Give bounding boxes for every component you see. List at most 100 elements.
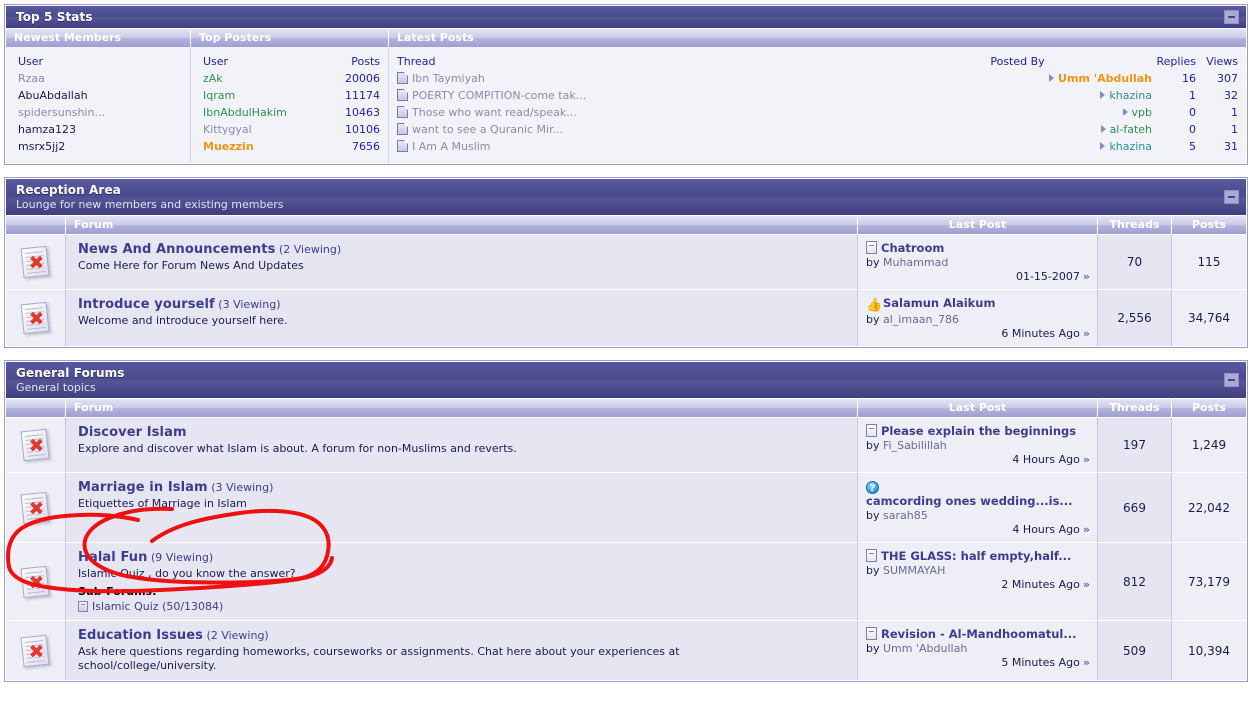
last-post-author[interactable]: Umm 'Abdullah [883,642,967,655]
arrow-right-icon [1122,108,1128,116]
last-post-author[interactable]: sarah85 [883,509,928,522]
replies-count: 5 [1189,140,1196,153]
threads-count: 197 [1098,418,1172,472]
forum-link[interactable]: News And Announcements [78,242,275,257]
by-label: by [866,439,880,452]
last-post-date: 2 Minutes Ago [1001,578,1080,591]
goto-last-post-icon[interactable]: » [1083,453,1090,466]
forum-description: Welcome and introduce yourself here. [78,314,288,327]
posted-by[interactable]: khazina [1109,89,1152,102]
column-header-posts: Posts [1192,401,1226,414]
viewing-count: (3 Viewing) [218,298,281,311]
column-header-top-posters: Top Posters [191,29,389,47]
list-item[interactable]: msrx5jj2 [18,138,182,155]
goto-last-post-icon[interactable]: » [1083,656,1090,669]
list-item[interactable]: Kittygyal [203,121,322,138]
table-row: ✖ Education Issues (2 Viewing) Ask here … [6,620,1246,680]
top-posters-header-posts: Posts [351,55,380,68]
thread-icon [397,140,408,152]
last-post-link[interactable]: Revision - Al-Mandhoomatul... [881,627,1076,641]
list-item[interactable]: zAk [203,70,322,87]
thread-title[interactable]: Ibn Taymiyah [412,72,485,85]
table-row: Ibn Taymiyah Umm 'Abdullah 16 307 [395,70,1240,87]
last-post-link[interactable]: camcording ones wedding...is... [866,494,1073,508]
forum-status-cell: ✖ [6,418,66,472]
last-post-author[interactable]: al_imaan_786 [883,313,959,326]
goto-last-post-icon[interactable]: » [1083,270,1090,283]
post-count: 10463 [345,106,380,119]
last-post-date: 6 Minutes Ago [1001,327,1080,340]
forum-closed-icon: ✖ [19,565,53,599]
viewing-count: (2 Viewing) [206,629,269,642]
last-post-author[interactable]: Muhammad [883,256,948,269]
reception-area-header: Reception Area Lounge for new members an… [6,179,1246,216]
posts-count: 115 [1172,235,1246,289]
subforums-label: Sub-Forums: [78,585,157,598]
posts-count: 22,042 [1172,473,1246,542]
forum-link[interactable]: Halal Fun [78,550,148,565]
subforum-link[interactable]: Islamic Quiz [92,600,159,613]
arrow-right-icon [1100,142,1106,150]
top-posters-column: User Posts zAk 20006 Iqram 11174 IbnAbdulH… [191,47,389,163]
table-row: Those who want read/speak... vpb 0 1 [395,104,1240,121]
threads-count: 669 [1098,473,1172,542]
by-label: by [866,509,880,522]
forum-link[interactable]: Introduce yourself [78,297,215,312]
last-post-link[interactable]: Salamun Alaikum [883,296,995,310]
column-header-posted-by: Posted By [990,55,1045,68]
general-column-headers: Forum Last Post Threads Posts [6,399,1246,417]
last-post-author[interactable]: Fi_Sabilillah [883,439,947,452]
goto-last-post-icon[interactable]: » [1083,578,1090,591]
goto-last-post-icon[interactable]: » [1083,523,1090,536]
forum-status-cell: ✖ [6,235,66,289]
last-post-cell: ?camcording ones wedding...is... by sara… [858,473,1098,542]
list-item[interactable]: hamza123 [18,121,182,138]
column-header-icon [6,399,66,417]
thread-title[interactable]: I Am A Muslim [412,140,491,153]
list-item[interactable]: Rzaa [18,70,182,87]
list-item[interactable]: IbnAbdulHakim [203,104,322,121]
thread-icon [397,72,408,84]
by-label: by [866,256,880,269]
posts-count: 34,764 [1172,290,1246,346]
column-header-newest-members: Newest Members [6,29,191,47]
column-header-latest-posts: Latest Posts [397,31,474,44]
last-post-link[interactable]: Chatroom [881,241,944,255]
posted-by[interactable]: khazina [1109,140,1152,153]
posted-by[interactable]: al-fateh [1110,123,1152,136]
thread-title[interactable]: Those who want read/speak... [412,106,577,119]
last-post-author[interactable]: SUMMAYAH [883,564,945,577]
collapse-button[interactable] [1224,190,1239,204]
forum-description: Come Here for Forum News And Updates [78,259,304,272]
thread-title[interactable]: want to see a Quranic Mir... [412,123,563,136]
posted-by[interactable]: vpb [1132,106,1152,119]
column-header-last-post: Last Post [858,399,1098,417]
column-header-threads: Threads [1098,216,1172,234]
forum-info-cell: Introduce yourself (3 Viewing) Welcome a… [66,290,858,346]
arrow-right-icon [1100,125,1106,133]
list-item[interactable]: spidersunshin... [18,104,182,121]
forum-description: Islamic Quiz , do you know the answer? [78,567,296,580]
column-header-views: Views [1206,55,1238,68]
last-post-date: 4 Hours Ago [1012,453,1080,466]
goto-last-post-icon[interactable]: » [1083,327,1090,340]
viewing-count: (2 Viewing) [278,243,342,256]
collapse-button[interactable] [1224,373,1239,387]
forum-closed-icon: ✖ [19,428,53,462]
list-item[interactable]: Muezzin [203,138,322,155]
posts-count: 73,179 [1172,543,1246,620]
minus-icon [1228,379,1235,381]
latest-posts-table: Thread Posted By Replies Views Ibn Taymi… [395,53,1240,155]
forum-link[interactable]: Discover Islam [78,425,187,440]
list-item[interactable]: Iqram [203,87,322,104]
last-post-link[interactable]: THE GLASS: half empty,half... [881,549,1071,563]
posted-by[interactable]: Umm 'Abdullah [1058,72,1152,85]
last-post-link[interactable]: Please explain the beginnings [881,424,1076,438]
thread-title[interactable]: POERTY COMPITION-come tak... [412,89,586,102]
views-count: 307 [1217,72,1238,85]
list-item[interactable]: AbuAbdallah [18,87,182,104]
forum-link[interactable]: Education Issues [78,628,203,643]
forum-link[interactable]: Marriage in Islam [78,480,208,495]
subforum-counts: (50/13084) [162,600,224,613]
collapse-button[interactable] [1224,10,1239,24]
